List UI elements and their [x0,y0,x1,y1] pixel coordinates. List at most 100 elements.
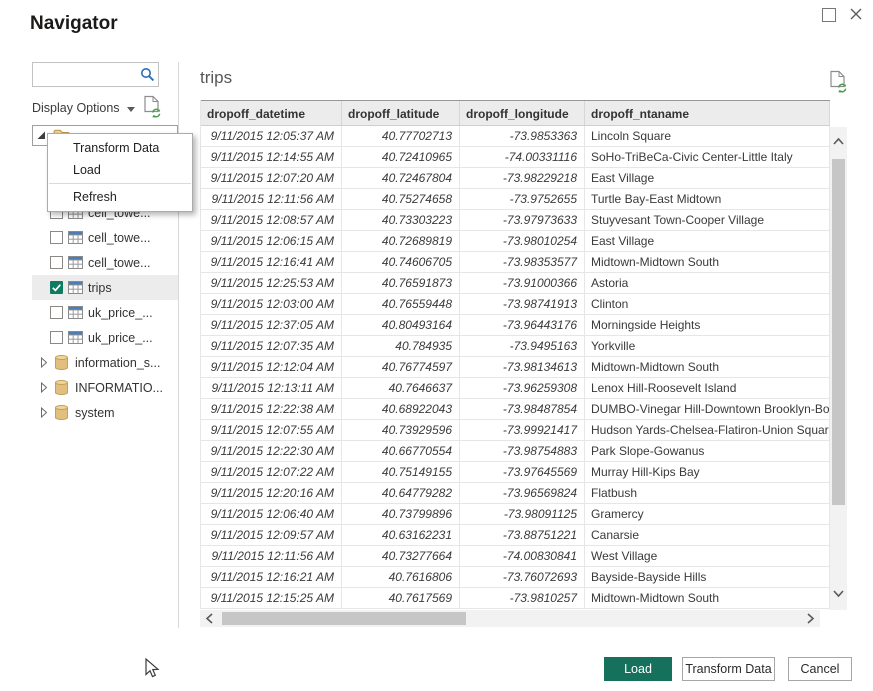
table-cell: -73.97973633 [460,210,585,230]
expanded-arrow-icon [37,131,46,140]
table-cell: East Village [585,231,830,251]
table-cell: 40.64779282 [342,483,460,503]
close-button[interactable] [848,6,864,22]
table-cell: 9/11/2015 12:05:37 AM [201,126,342,146]
table-row: 9/11/2015 12:15:25 AM40.7617569-73.98102… [201,588,830,609]
table-row: 9/11/2015 12:16:41 AM40.74606705-73.9835… [201,252,830,273]
dialog-title: Navigator [30,13,118,35]
table-row: 9/11/2015 12:09:57 AM40.63162231-73.8875… [201,525,830,546]
refresh-tree-icon[interactable] [143,95,162,123]
table-cell: -73.91000366 [460,273,585,293]
table-cell: -73.76072693 [460,567,585,587]
tree-item-label: system [75,406,115,420]
tree-item-trips[interactable]: trips [32,275,178,300]
table-cell: -73.98134613 [460,357,585,377]
search-box [32,62,159,87]
scroll-left-icon[interactable] [204,611,214,631]
table-cell: Yorkville [585,336,830,356]
table-cell: East Village [585,168,830,188]
table-cell: Astoria [585,273,830,293]
close-icon [848,6,864,22]
table-cell: -73.9495163 [460,336,585,356]
menu-item-refresh[interactable]: Refresh [48,186,192,208]
tree-item-uk-price[interactable]: uk_price_... [32,300,178,325]
table-row: 9/11/2015 12:16:21 AM40.7616806-73.76072… [201,567,830,588]
table-cell: 40.75149155 [342,462,460,482]
table-cell: 40.68922043 [342,399,460,419]
tree-item-uk-price[interactable]: uk_price_... [32,325,178,350]
table-icon [68,281,83,294]
tree-item-informatio[interactable]: INFORMATIO... [32,375,178,400]
tree-item-label: uk_price_... [88,331,153,345]
vertical-scrollbar[interactable] [830,127,847,610]
checkbox-unchecked[interactable] [50,331,63,344]
table-cell: -73.9810257 [460,588,585,608]
vertical-scroll-thumb[interactable] [832,159,845,505]
display-options-label: Display Options [32,101,120,115]
table-cell: Lenox Hill-Roosevelt Island [585,378,830,398]
table-cell: 40.73303223 [342,210,460,230]
tree-item-cell-towe[interactable]: cell_towe... [32,225,178,250]
mouse-cursor [145,658,161,685]
table-cell: -73.9752655 [460,189,585,209]
search-input[interactable] [33,63,136,86]
table-cell: 40.77702713 [342,126,460,146]
transform-data-button[interactable]: Transform Data [682,657,775,681]
table-cell: -73.98010254 [460,231,585,251]
menu-item-load[interactable]: Load [48,159,192,181]
table-cell: DUMBO-Vinegar Hill-Downtown Brooklyn-Boe… [585,399,830,419]
table-cell: 40.66770554 [342,441,460,461]
tree-item-cell-towe[interactable]: cell_towe... [32,250,178,275]
scroll-up-icon[interactable] [831,133,846,151]
tree-item-information-s[interactable]: information_s... [32,350,178,375]
table-cell: West Village [585,546,830,566]
database-icon [55,355,68,370]
checkbox-checked[interactable] [50,281,63,294]
column-header-dropoff-longitude: dropoff_longitude [460,101,585,125]
table-row: 9/11/2015 12:37:05 AM40.80493164-73.9644… [201,315,830,336]
table-cell: 40.72689819 [342,231,460,251]
load-button[interactable]: Load [604,657,672,681]
checkbox-unchecked[interactable] [50,306,63,319]
table-icon [68,256,83,269]
preview-table: dropoff_datetimedropoff_latitudedropoff_… [200,100,830,609]
table-cell: 40.72467804 [342,168,460,188]
horizontal-scrollbar[interactable] [200,610,820,627]
tree-item-system[interactable]: system [32,400,178,425]
column-header-dropoff-datetime: dropoff_datetime [201,101,342,125]
table-cell: Gramercy [585,504,830,524]
table-row: 9/11/2015 12:03:00 AM40.76559448-73.9874… [201,294,830,315]
horizontal-scroll-thumb[interactable] [222,612,466,625]
checkbox-unchecked[interactable] [50,231,63,244]
search-icon[interactable] [136,67,158,82]
chevron-right-icon [40,407,48,418]
table-cell: 40.7617569 [342,588,460,608]
checkbox-unchecked[interactable] [50,256,63,269]
scroll-down-icon[interactable] [831,586,846,604]
table-cell: 9/11/2015 12:08:57 AM [201,210,342,230]
table-cell: 9/11/2015 12:37:05 AM [201,315,342,335]
table-cell: 9/11/2015 12:22:30 AM [201,441,342,461]
refresh-preview-icon[interactable] [829,70,848,98]
table-cell: -73.99921417 [460,420,585,440]
table-cell: 40.76559448 [342,294,460,314]
table-cell: 9/11/2015 12:12:04 AM [201,357,342,377]
table-icon [68,331,83,344]
scroll-right-icon[interactable] [806,611,816,631]
table-cell: Hudson Yards-Chelsea-Flatiron-Union Squa… [585,420,830,440]
table-row: 9/11/2015 12:11:56 AM40.75274658-73.9752… [201,189,830,210]
table-cell: -73.98229218 [460,168,585,188]
table-cell: 9/11/2015 12:07:55 AM [201,420,342,440]
table-row: 9/11/2015 12:11:56 AM40.73277664-74.0083… [201,546,830,567]
context-menu: Transform DataLoad Refresh [47,133,193,212]
table-cell: -73.96443176 [460,315,585,335]
menu-item-transform-data[interactable]: Transform Data [48,137,192,159]
table-row: 9/11/2015 12:08:57 AM40.73303223-73.9797… [201,210,830,231]
cancel-button[interactable]: Cancel [788,657,852,681]
table-cell: Canarsie [585,525,830,545]
preview-table-title: trips [200,68,232,88]
display-options-dropdown[interactable]: Display Options [32,101,135,115]
maximize-button[interactable] [822,8,836,22]
table-icon [68,231,83,244]
table-cell: 40.72410965 [342,147,460,167]
